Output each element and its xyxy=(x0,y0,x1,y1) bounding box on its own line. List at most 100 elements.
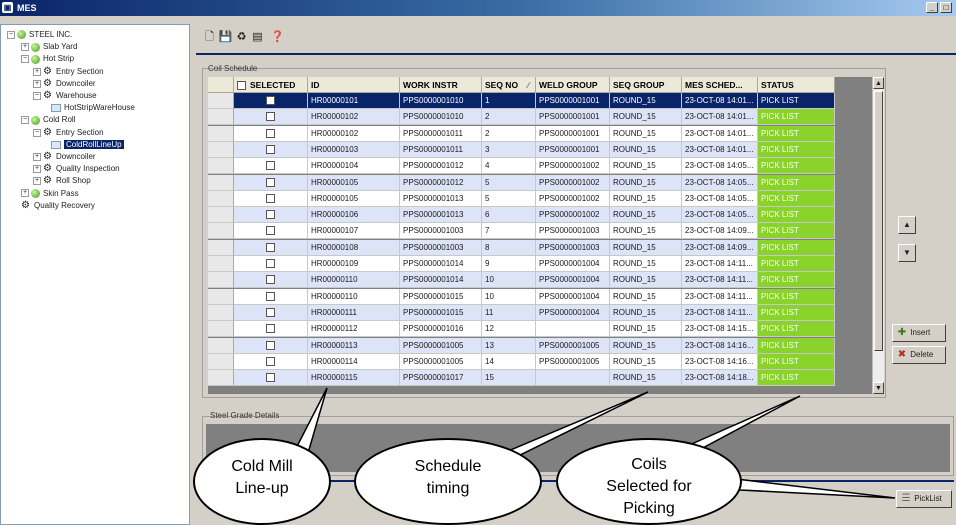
cell-seqgrp[interactable]: ROUND_15 xyxy=(610,353,682,370)
cell-work[interactable]: PPS0000001005 xyxy=(400,337,482,354)
tree-node[interactable]: + ⚙ Roll Shop xyxy=(33,175,91,187)
selected-cell[interactable] xyxy=(234,190,308,207)
cell-id[interactable]: HR00000113 xyxy=(308,337,400,354)
tree-node[interactable]: − ⚙ Entry Section xyxy=(33,127,104,139)
cell-status[interactable]: PICK LIST xyxy=(758,158,835,175)
cell-sched[interactable]: 23-OCT-08 14:09... xyxy=(682,239,758,256)
cell-weld[interactable] xyxy=(536,321,610,338)
cell-weld[interactable]: PPS0000001005 xyxy=(536,353,610,370)
cell-weld[interactable]: PPS0000001004 xyxy=(536,256,610,272)
cell-status[interactable]: PICK LIST xyxy=(758,288,835,305)
selected-cell[interactable] xyxy=(234,93,308,109)
row-header[interactable] xyxy=(208,93,234,109)
cell-seqgrp[interactable]: ROUND_15 xyxy=(610,321,682,338)
table-row[interactable]: HR00000105 PPS0000001012 5 PPS0000001002 ROU… xyxy=(208,174,835,191)
selected-cell[interactable] xyxy=(234,141,308,158)
row-header[interactable] xyxy=(208,288,234,305)
row-header[interactable] xyxy=(208,223,234,240)
cell-work[interactable]: PPS0000001015 xyxy=(400,304,482,321)
expand-icon[interactable]: + xyxy=(33,67,41,76)
collapse-icon[interactable]: − xyxy=(21,116,29,125)
column-header[interactable]: MES SCHED... xyxy=(682,77,758,93)
table-row[interactable]: HR00000102 PPS0000001010 2 PPS0000001001 ROU… xyxy=(208,109,835,126)
table-row[interactable]: HR00000108 PPS0000001003 8 PPS0000001003 ROU… xyxy=(208,239,835,256)
selected-cell[interactable] xyxy=(234,256,308,272)
insert-button[interactable]: ✚ Insert xyxy=(892,324,946,342)
help-icon[interactable]: ❓ xyxy=(270,30,285,45)
column-header[interactable]: SEQ GROUP xyxy=(610,77,682,93)
tree-node[interactable]: + Skin Pass xyxy=(21,188,79,200)
row-select-checkbox[interactable] xyxy=(266,307,275,317)
selected-cell[interactable] xyxy=(234,370,308,387)
selected-cell[interactable] xyxy=(234,239,308,256)
column-header[interactable]: STATUS xyxy=(758,77,835,93)
cell-work[interactable]: PPS0000001003 xyxy=(400,223,482,240)
table-row[interactable]: HR00000109 PPS0000001014 9 PPS0000001004 ROU… xyxy=(208,256,835,272)
cell-status[interactable]: PICK LIST xyxy=(758,337,835,354)
row-header[interactable] xyxy=(208,321,234,338)
cell-weld[interactable]: PPS0000001001 xyxy=(536,93,610,109)
cell-weld[interactable]: PPS0000001004 xyxy=(536,288,610,305)
cell-id[interactable]: HR00000102 xyxy=(308,125,400,142)
expand-icon[interactable]: + xyxy=(33,177,41,186)
cell-id[interactable]: HR00000107 xyxy=(308,223,400,240)
row-select-checkbox[interactable] xyxy=(266,275,275,285)
cell-weld[interactable]: PPS0000001003 xyxy=(536,223,610,240)
table-row[interactable]: HR00000112 PPS0000001016 12 ROUND_15 23-OCT-… xyxy=(208,321,835,338)
selected-cell[interactable] xyxy=(234,125,308,142)
column-header[interactable]: WORK INSTR xyxy=(400,77,482,93)
move-down-button[interactable]: ▼ xyxy=(898,244,916,262)
cell-status[interactable]: PICK LIST xyxy=(758,304,835,321)
cell-id[interactable]: HR00000115 xyxy=(308,370,400,387)
row-select-checkbox[interactable] xyxy=(266,259,275,268)
selected-cell[interactable] xyxy=(234,321,308,338)
move-up-button[interactable]: ▲ xyxy=(898,216,916,234)
picklist-button[interactable]: ☰ PickList xyxy=(896,490,952,508)
cell-seqgrp[interactable]: ROUND_15 xyxy=(610,190,682,207)
save-icon[interactable]: 💾 xyxy=(218,30,233,45)
row-header[interactable] xyxy=(208,256,234,272)
cell-sched[interactable]: 23-OCT-08 14:01... xyxy=(682,141,758,158)
row-select-checkbox[interactable] xyxy=(266,324,275,334)
cell-seq[interactable]: 11 xyxy=(482,304,536,321)
cell-seq[interactable]: 13 xyxy=(482,337,536,354)
tree-node[interactable]: − Hot Strip xyxy=(21,53,74,65)
table-row[interactable]: HR00000107 PPS0000001003 7 PPS0000001003 ROU… xyxy=(208,223,835,240)
cell-status[interactable]: PICK LIST xyxy=(758,370,835,387)
cell-seqgrp[interactable]: ROUND_15 xyxy=(610,223,682,240)
cell-id[interactable]: HR00000109 xyxy=(308,256,400,272)
cell-sched[interactable]: 23-OCT-08 14:09... xyxy=(682,223,758,240)
cell-id[interactable]: HR00000102 xyxy=(308,109,400,126)
cell-id[interactable]: HR00000108 xyxy=(308,239,400,256)
column-header[interactable]: WELD GROUP xyxy=(536,77,610,93)
cell-weld[interactable]: PPS0000001005 xyxy=(536,337,610,354)
cell-work[interactable]: PPS0000001010 xyxy=(400,109,482,126)
tree-node[interactable]: − STEEL INC. xyxy=(7,29,72,41)
column-header[interactable]: ID xyxy=(308,77,400,93)
row-select-checkbox[interactable] xyxy=(266,177,275,187)
row-select-checkbox[interactable] xyxy=(266,291,275,301)
expand-icon[interactable]: + xyxy=(21,43,29,52)
tree-node[interactable]: − ⚙ Warehouse xyxy=(33,90,97,102)
cell-seqgrp[interactable]: ROUND_15 xyxy=(610,337,682,354)
table-row[interactable]: HR00000110 PPS0000001014 10 PPS0000001004 RO… xyxy=(208,272,835,289)
cell-sched[interactable]: 23-OCT-08 14:01... xyxy=(682,109,758,126)
row-header[interactable] xyxy=(208,109,234,126)
cell-seq[interactable]: 4 xyxy=(482,158,536,175)
cell-work[interactable]: PPS0000001012 xyxy=(400,158,482,175)
select-all-checkbox[interactable] xyxy=(237,81,246,91)
delete-button[interactable]: ✖ Delete xyxy=(892,346,946,364)
cell-seq[interactable]: 5 xyxy=(482,190,536,207)
row-header[interactable] xyxy=(208,158,234,175)
row-select-checkbox[interactable] xyxy=(266,356,275,366)
cell-sched[interactable]: 23-OCT-08 14:18... xyxy=(682,370,758,387)
cell-seq[interactable]: 2 xyxy=(482,109,536,126)
refresh-icon[interactable]: ♻ xyxy=(234,30,249,45)
row-select-checkbox[interactable] xyxy=(266,144,275,154)
cell-seq[interactable]: 15 xyxy=(482,370,536,387)
selected-cell[interactable] xyxy=(234,353,308,370)
cell-sched[interactable]: 23-OCT-08 14:16... xyxy=(682,337,758,354)
cell-sched[interactable]: 23-OCT-08 14:11... xyxy=(682,304,758,321)
scroll-up-arrow[interactable]: ▲ xyxy=(873,77,884,89)
cell-work[interactable]: PPS0000001017 xyxy=(400,370,482,387)
